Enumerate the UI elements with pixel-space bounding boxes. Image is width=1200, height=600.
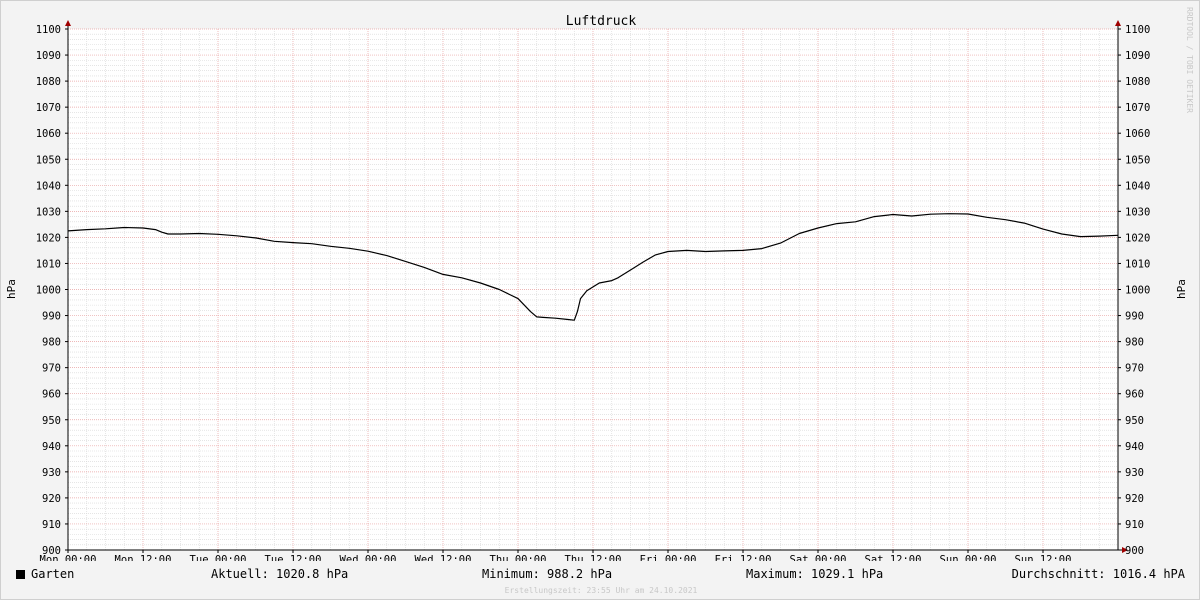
average-value: Durchschnitt: 1016.4 hPA [1011, 567, 1185, 581]
y-tick-label: 1000 [36, 285, 61, 297]
y-tick-label: 950 [42, 415, 61, 427]
y-tick-label: 910 [42, 519, 61, 531]
y-tick-label: 1010 [36, 258, 61, 270]
y-tick-label: 1100 [1125, 24, 1150, 36]
y-tick-label: 910 [1125, 519, 1144, 531]
y-axis-arrow-left [65, 20, 71, 26]
y-tick-label: 1010 [1125, 258, 1150, 270]
x-tick-label: Thu 00:00 [490, 554, 547, 561]
y-tick-label: 1100 [36, 24, 61, 36]
current-value: Aktuell: 1020.8 hPa [211, 567, 349, 581]
x-tick-labels: Mon 00:00 Mon 12:00 Tue 00:00 Tue 12:00 Wed … [40, 554, 1072, 561]
x-tick-label: Sat 00:00 [790, 554, 847, 561]
x-tick-label: Fri 00:00 [640, 554, 697, 561]
y-tick-label: 1040 [1125, 180, 1150, 192]
x-tick-label: Wed 00:00 [340, 554, 397, 561]
x-tick-label: Tue 12:00 [265, 554, 322, 561]
legend-swatch [16, 570, 25, 579]
y-tick-label: 1060 [36, 128, 61, 140]
y-tick-label: 990 [1125, 311, 1144, 323]
y-tick-label: 960 [1125, 389, 1144, 401]
x-tick-label: Mon 00:00 [40, 554, 97, 561]
y-axis-label-right: hPa [1175, 279, 1188, 299]
y-tick-label: 930 [42, 467, 61, 479]
y-tick-label: 920 [1125, 493, 1144, 505]
legend-series-name: Garten [31, 567, 75, 581]
creation-time: Erstellungszeit: 23:55 Uhr am 24.10.2021 [504, 586, 698, 595]
y-tick-label: 980 [1125, 337, 1144, 349]
y-tick-label: 1070 [36, 102, 61, 114]
x-tick-label: Mon 12:00 [115, 554, 172, 561]
y-tick-label: 940 [42, 441, 61, 453]
chart-title: Luftdruck [566, 14, 637, 29]
y-tick-label: 970 [1125, 363, 1144, 375]
y-tick-label: 1050 [1125, 154, 1150, 166]
y-tick-label: 1050 [36, 154, 61, 166]
chart-frame: 900 910 920 930 940 950 960 970 980 990 1000 1010 10… [0, 0, 1200, 600]
y-axis-arrow-right [1115, 20, 1121, 26]
rrdtool-watermark: RRDTOOL / TOBI OETIKER [1185, 7, 1194, 113]
y-tick-label: 1030 [1125, 206, 1150, 218]
x-tick-label: Sat 12:00 [865, 554, 922, 561]
y-tick-label: 1090 [36, 50, 61, 62]
y-tick-labels-right: 900 910 920 930 940 950 960 970 980 990 1000 1010 10… [1125, 24, 1150, 557]
y-tick-label: 960 [42, 389, 61, 401]
legend-item-garten: Garten [16, 567, 74, 581]
y-tick-label: 1020 [36, 232, 61, 244]
y-tick-label: 1070 [1125, 102, 1150, 114]
y-tick-label: 940 [1125, 441, 1144, 453]
y-tick-label: 1000 [1125, 285, 1150, 297]
minimum-value: Minimum: 988.2 hPa [482, 567, 613, 581]
maximum-value: Maximum: 1029.1 hPa [746, 567, 884, 581]
y-tick-label: 1090 [1125, 50, 1150, 62]
y-tick-label: 1080 [36, 76, 61, 88]
x-tick-label: Wed 12:00 [415, 554, 472, 561]
y-tick-label: 1060 [1125, 128, 1150, 140]
y-tick-label: 990 [42, 311, 61, 323]
x-tick-label: Sun 00:00 [940, 554, 997, 561]
x-tick-label: Thu 12:00 [565, 554, 622, 561]
y-tick-label: 970 [42, 363, 61, 375]
pressure-chart: 900 910 920 930 940 950 960 970 980 990 1000 1010 10… [5, 14, 1188, 561]
y-tick-label: 950 [1125, 415, 1144, 427]
x-tick-label: Fri 12:00 [715, 554, 772, 561]
legend: Garten Aktuell: 1020.8 hPa Minimum: 988.… [1, 567, 1200, 585]
y-tick-label: 920 [42, 493, 61, 505]
y-tick-label: 900 [1125, 545, 1144, 557]
y-tick-label: 1030 [36, 206, 61, 218]
y-tick-label: 1040 [36, 180, 61, 192]
y-tick-label: 1080 [1125, 76, 1150, 88]
y-axis-label-left: hPa [5, 279, 18, 299]
y-tick-label: 1020 [1125, 232, 1150, 244]
x-tick-label: Sun 12:00 [1015, 554, 1072, 561]
y-tick-label: 930 [1125, 467, 1144, 479]
x-tick-label: Tue 00:00 [190, 554, 247, 561]
y-tick-labels-left: 9009109209309409509609709809901000101010… [36, 24, 61, 557]
y-tick-label: 980 [42, 337, 61, 349]
